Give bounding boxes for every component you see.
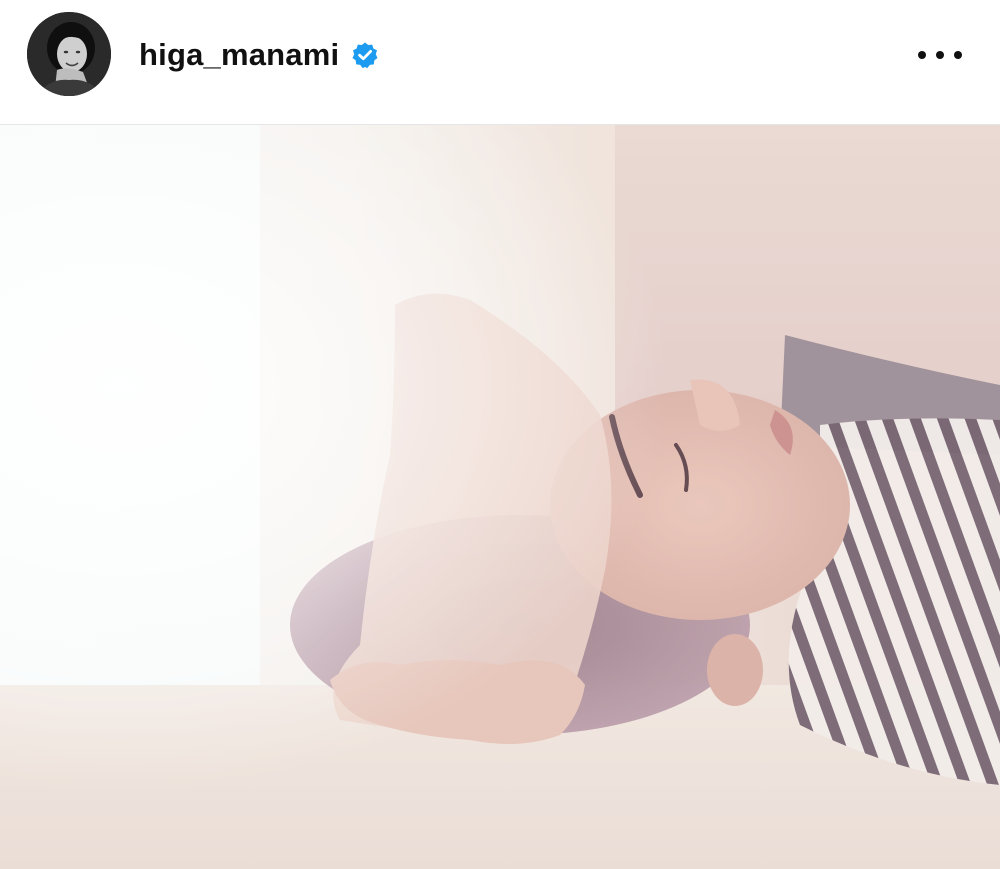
more-horizontal-icon-dot [954,51,962,59]
username-link[interactable]: higa_manami [139,37,339,73]
more-horizontal-icon-dot [936,51,944,59]
verified-badge-icon [351,41,379,69]
more-options-button[interactable] [918,38,962,72]
post-photo-image [0,125,1000,869]
post-header: higa_manami [0,0,1000,125]
more-horizontal-icon [918,51,926,59]
user-row: higa_manami [139,34,379,76]
post-photo[interactable] [0,125,1000,869]
avatar-photo [27,12,111,96]
avatar[interactable] [27,12,111,96]
instagram-post: higa_manami [0,0,1000,869]
